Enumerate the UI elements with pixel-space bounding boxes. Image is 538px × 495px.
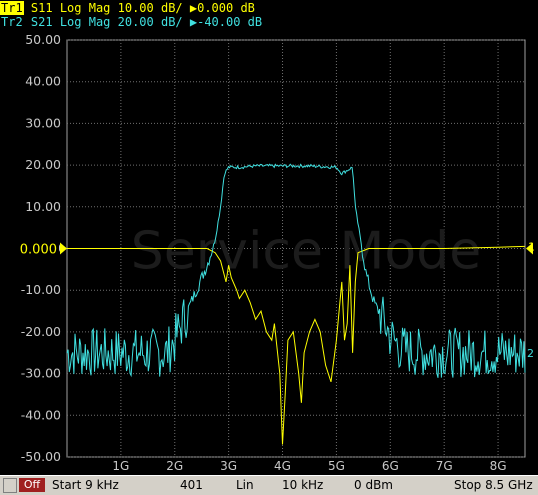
if-bandwidth[interactable]: 10 kHz: [282, 478, 323, 492]
y-tick-label: 50.00: [25, 32, 61, 47]
y-tick-label: 30.00: [25, 115, 61, 130]
y-tick-label: -20.00: [21, 324, 61, 339]
x-tick-label: 1G: [112, 459, 129, 473]
y-tick-label: 40.00: [25, 74, 61, 89]
points-count[interactable]: 401: [180, 478, 203, 492]
watermark: Service Mode: [131, 222, 481, 282]
x-tick-label: 7G: [436, 459, 453, 473]
vna-screen: Tr1 S11 Log Mag 10.00 dB/ ▶0.000 dB Tr2 …: [0, 0, 538, 495]
x-tick-label: 8G: [490, 459, 507, 473]
trace2-end-label: 2: [527, 347, 534, 360]
y-tick-label: 20.00: [25, 157, 61, 172]
ref-line-label: 0.000: [20, 243, 57, 258]
stop-frequency[interactable]: Stop 8.5 GHz: [454, 478, 533, 492]
y-tick-label: -50.00: [21, 449, 61, 464]
x-tick-label: 5G: [328, 459, 345, 473]
x-tick-label: 3G: [220, 459, 237, 473]
channel-checkbox[interactable]: [3, 478, 17, 493]
trace1-end-label: 1: [528, 240, 535, 253]
x-tick-label: 6G: [382, 459, 399, 473]
sweep-type[interactable]: Lin: [236, 478, 254, 492]
measurement-chart[interactable]: 50.00 40.00 30.00 20.00 10.00 0.000 -10.00 -20.…: [0, 0, 538, 475]
ref-marker-left-icon: [60, 242, 67, 255]
y-tick-label: 10.00: [25, 199, 61, 214]
x-tick-label: 2G: [166, 459, 183, 473]
status-bar: Off Start 9 kHz 401 Lin 10 kHz 0 dBm Sto…: [0, 475, 538, 495]
power-level[interactable]: 0 dBm: [354, 478, 393, 492]
start-frequency[interactable]: Start 9 kHz: [52, 478, 119, 492]
off-button[interactable]: Off: [19, 478, 45, 492]
x-tick-label: 4G: [274, 459, 291, 473]
y-tick-label: -10.00: [21, 282, 61, 297]
y-tick-label: -40.00: [21, 407, 61, 422]
y-tick-label: -30.00: [21, 366, 61, 381]
